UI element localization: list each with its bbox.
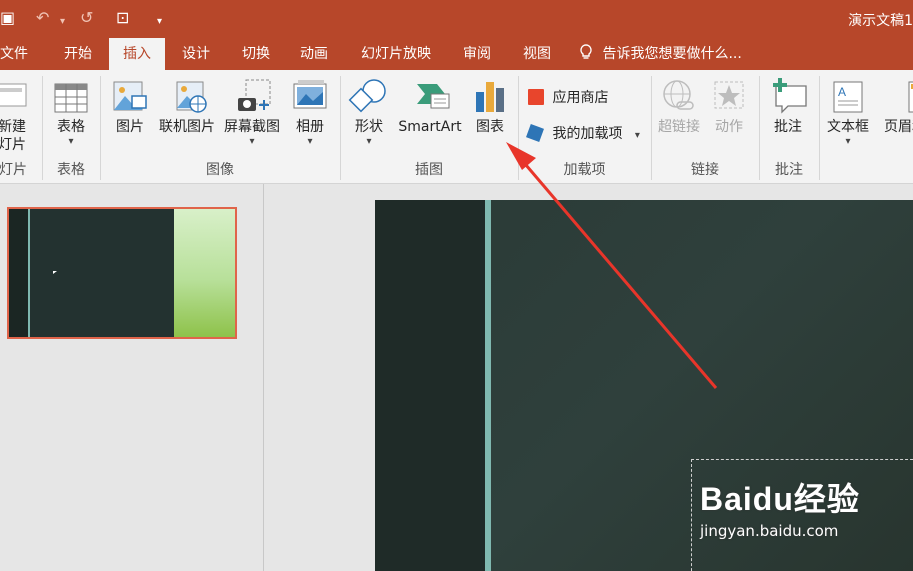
chart-icon — [468, 74, 512, 116]
smartart-button[interactable]: SmartArt — [394, 74, 466, 136]
picture-label: 图片 — [116, 119, 144, 135]
undo-dropdown-icon[interactable]: ▾ — [60, 12, 65, 32]
picture-button[interactable]: 图片 — [108, 74, 152, 136]
screenshot-button[interactable]: 屏幕截图 ▾ — [220, 74, 284, 148]
tab-file[interactable]: 文件 — [0, 38, 28, 70]
comment-icon — [764, 74, 812, 116]
screenshot-dropdown-icon[interactable]: ▾ — [220, 136, 284, 148]
photo-album-icon — [288, 74, 332, 116]
customize-quick-access-icon[interactable]: ▾ — [157, 12, 162, 32]
ribbon-insert: 新建 灯片 表格 ▾ 图片 联机图片 屏幕截图 ▾ 相册 ▾ 形状 ▾ Smar… — [0, 70, 913, 184]
tab-transitions[interactable]: 切换 — [228, 38, 284, 70]
ribbon-tabs: 文件 开始 插入 设计 切换 动画 幻灯片放映 审阅 视图 告诉我您想要做什么.… — [0, 38, 913, 70]
screenshot-label: 屏幕截图 — [224, 119, 280, 135]
tell-me-box[interactable]: 告诉我您想要做什么... — [580, 38, 742, 70]
hyperlink-label: 超链接 — [658, 119, 700, 135]
photo-album-button[interactable]: 相册 ▾ — [288, 74, 332, 148]
thumb-teal-line — [28, 209, 30, 337]
hyperlink-icon — [654, 74, 704, 116]
group-separator — [819, 76, 820, 180]
present-from-start-icon[interactable]: ⊡ — [116, 8, 129, 28]
baidu-watermark-url: jingyan.baidu.com — [700, 522, 839, 540]
slide-teal-line — [485, 200, 491, 571]
shapes-button[interactable]: 形状 ▾ — [346, 74, 392, 148]
hyperlink-button[interactable]: 超链接 — [654, 74, 704, 136]
picture-icon — [108, 74, 152, 116]
new-slide-label-2: 灯片 — [0, 137, 26, 153]
tab-insert[interactable]: 插入 — [109, 38, 165, 70]
chart-button[interactable]: 图表 — [468, 74, 512, 136]
thumb-cursor-mark — [53, 271, 57, 274]
action-star-icon — [706, 74, 752, 116]
shapes-label: 形状 — [355, 119, 383, 135]
action-label: 动作 — [715, 119, 743, 135]
table-icon — [48, 74, 94, 116]
group-label-slides: 灯片 — [0, 162, 27, 178]
tab-home[interactable]: 开始 — [48, 38, 108, 70]
my-addins-dropdown-icon[interactable]: ▾ — [635, 130, 640, 141]
document-title: 演示文稿1 — [848, 13, 913, 29]
baidu-watermark-logo: Baidu经验 — [700, 481, 860, 517]
new-slide-button[interactable]: 新建 灯片 — [0, 74, 38, 154]
textbox-button[interactable]: A 文本框 ▾ — [822, 74, 874, 148]
svg-text:A: A — [838, 85, 846, 99]
group-label-comments: 批注 — [775, 162, 803, 178]
tab-design[interactable]: 设计 — [168, 38, 224, 70]
my-addins-label: 我的加载项 — [552, 126, 623, 142]
my-addins-button[interactable]: 我的加载项 ▾ — [526, 124, 640, 146]
smartart-label: SmartArt — [398, 119, 462, 135]
screenshot-icon — [220, 74, 284, 116]
online-pictures-icon — [156, 74, 218, 116]
group-label-addins: 加载项 — [563, 162, 606, 178]
comment-label: 批注 — [774, 119, 802, 135]
thumb-dark-strip — [9, 209, 28, 337]
store-label: 应用商店 — [552, 90, 609, 106]
header-footer-button[interactable]: 页眉和 — [875, 74, 913, 136]
slide-thumbnail-1[interactable] — [7, 207, 237, 339]
photo-album-label: 相册 — [296, 119, 324, 135]
tell-me-text: 告诉我您想要做什么... — [602, 46, 742, 62]
action-button[interactable]: 动作 — [706, 74, 752, 136]
tab-animations[interactable]: 动画 — [288, 38, 340, 70]
new-slide-icon — [0, 74, 38, 116]
group-separator — [42, 76, 43, 180]
shapes-dropdown-icon[interactable]: ▾ — [346, 136, 392, 148]
group-label-tables: 表格 — [57, 162, 85, 178]
tab-view[interactable]: 视图 — [512, 38, 562, 70]
group-label-illustrations: 插图 — [415, 162, 443, 178]
table-dropdown-icon[interactable]: ▾ — [48, 136, 94, 148]
baidu-watermark: Baidu经验 jingyan.baidu.com — [700, 474, 860, 540]
lightbulb-icon — [580, 40, 592, 59]
online-pictures-button[interactable]: 联机图片 — [156, 74, 218, 136]
redo-icon[interactable]: ↺ — [80, 8, 93, 28]
online-pictures-label: 联机图片 — [159, 119, 215, 135]
comment-button[interactable]: 批注 — [764, 74, 812, 136]
smartart-icon — [394, 74, 466, 116]
thumb-green-panel — [174, 209, 235, 337]
tab-slideshow[interactable]: 幻灯片放映 — [348, 38, 444, 70]
slide-thumbnail-pane — [0, 184, 264, 571]
photo-album-dropdown-icon[interactable]: ▾ — [288, 136, 332, 148]
textbox-label: 文本框 — [827, 119, 869, 135]
undo-icon[interactable]: ↶ — [36, 8, 49, 28]
title-bar: ▣ ↶ ▾ ↺ ⊡ ▾ 演示文稿1 — [0, 0, 913, 38]
textbox-icon: A — [822, 74, 874, 116]
group-label-images: 图像 — [206, 162, 234, 178]
table-button[interactable]: 表格 ▾ — [48, 74, 94, 148]
slide-dark-strip — [375, 200, 485, 571]
store-button[interactable]: 应用商店 — [528, 88, 608, 108]
shapes-icon — [346, 74, 392, 116]
store-icon — [528, 89, 544, 105]
tab-review[interactable]: 审阅 — [452, 38, 502, 70]
new-slide-label: 新建 — [0, 119, 26, 135]
textbox-dropdown-icon[interactable]: ▾ — [822, 136, 874, 148]
header-footer-label: 页眉和 — [884, 119, 913, 135]
chart-label: 图表 — [476, 119, 504, 135]
save-icon[interactable]: ▣ — [0, 8, 15, 28]
group-label-links: 链接 — [691, 162, 719, 178]
table-label: 表格 — [57, 119, 85, 135]
header-footer-icon — [875, 74, 913, 116]
my-addins-icon — [526, 124, 544, 142]
